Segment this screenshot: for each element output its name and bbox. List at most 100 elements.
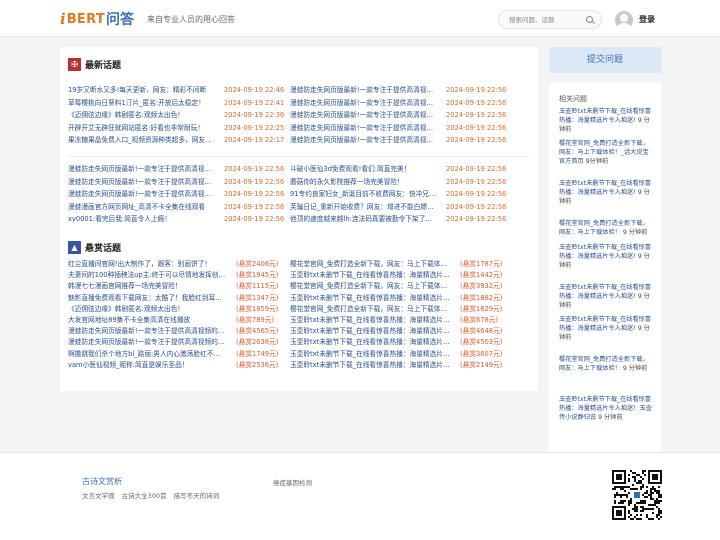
bounty-reward: (悬赏1749元) bbox=[236, 349, 279, 358]
bounty-reward: (悬赏2536元) bbox=[236, 360, 279, 369]
related-question[interactable]: 玉壶聆txt未删节下载_在线看惊喜热播：海量精选片令人痴迷! 9 分钟前 bbox=[559, 243, 654, 270]
bounty-link[interactable]: 夫妻间的100种插秧法up主:终于可以尽情地发挥创… bbox=[68, 270, 230, 280]
topic-row: 漫蛙漫画官方网页网址_高清不卡全集在线观看 2024-09-19 22:56 芙骗日… bbox=[68, 202, 538, 212]
bounty-link[interactable]: 大发官网地址89集不卡全集高清在线播放 bbox=[68, 315, 230, 325]
bounty-link[interactable]: 魅影直播免费观看下载网友：太酷了！我脸红到耳… bbox=[68, 293, 230, 303]
topic-link[interactable]: 漫蛙漫画官方网页网址_高清不卡全集在线观看 bbox=[68, 202, 220, 212]
bounty-link[interactable]: 玉壶聆txt未删节下载_在线看惊喜热播：海量精选片… bbox=[290, 270, 456, 280]
topic-link[interactable]: 他顶的速度越来越lh:连法码真要被勤令下架了… bbox=[290, 214, 442, 224]
bounty-reward: (悬赏1945元) bbox=[236, 271, 279, 280]
bounty-link[interactable]: 樱花堂官网_免费打造全新下载，网友：马上下载体… bbox=[290, 304, 456, 314]
related-question-time: 9 分钟前 bbox=[620, 229, 648, 236]
login-link[interactable]: 登录 bbox=[639, 14, 655, 25]
search-input[interactable] bbox=[509, 15, 585, 25]
related-question[interactable]: 玉壶聆txt未删节下载_在线看惊喜热播：海量精选片令人痴迷! 9 分钟前 bbox=[559, 315, 654, 342]
site-tagline: 来自专业人员的用心回答 bbox=[147, 15, 235, 24]
bounty-reward: (悬赏4648元) bbox=[460, 327, 503, 336]
section-divider bbox=[68, 156, 530, 157]
bounty-reward: (悬赏2149元) bbox=[460, 360, 503, 369]
bounty-reward: (悬赏3932元) bbox=[460, 282, 503, 291]
search-icon[interactable] bbox=[586, 16, 593, 23]
ask-question-button[interactable]: 提交问题 bbox=[549, 47, 661, 73]
topic-link[interactable]: 漫蛙防走失网页版最新!一款专注于提供高清视… bbox=[68, 177, 220, 187]
topic-date: 2024-09-19 22:56 bbox=[224, 215, 285, 223]
topic-link[interactable]: 漫蛙防走失网页版最新!一款专注于提供高清视… bbox=[290, 135, 442, 145]
bounty-link[interactable]: 红尘直播间官网!出大制作了，跟客：别画饼了！ bbox=[68, 259, 230, 269]
bounty-reward: (悬赏2636元) bbox=[236, 338, 279, 347]
footer-link[interactable]: 古诗大全300首 bbox=[122, 492, 167, 500]
topic-date: 2024-09-19 22:36 bbox=[224, 111, 285, 119]
bounty-reward: (悬赏3607元) bbox=[460, 349, 503, 358]
bounty-reward: (悬赏1115元) bbox=[236, 282, 279, 291]
related-question[interactable]: 樱花堂官网_免费打造全新下载，网友：马上下载体验！_话大说宝官方首页 9分钟前 bbox=[559, 139, 654, 166]
bounty-reward: (悬赏1882元) bbox=[460, 293, 503, 302]
topic-row: 漫蛙防走失网页版最新!一款专注于提供高清视… 2024-09-19 22:56 蘑菇… bbox=[68, 177, 538, 187]
topic-link[interactable]: 草莓樱桃向日葵料1汀片_匿名:开放后太稳定！ bbox=[68, 98, 220, 108]
related-title: 相关问题 bbox=[559, 95, 587, 103]
bounty-link[interactable]: 韩漫七七漫画官网推荐一场完美冒险！ bbox=[68, 281, 230, 291]
bounty-link[interactable]: 玉壶聆txt未删节下载_在线看惊喜热播：海量精选片… bbox=[290, 337, 456, 347]
site-footer: 古诗文赏析 文言文学观 古诗大全300首 描写冬天的诗词 癌症基因检测 bbox=[0, 452, 720, 540]
topic-link[interactable]: 漫蛙防走失网页版最新!一款专注于提供高清视… bbox=[68, 164, 220, 174]
footer-link[interactable]: 文言文学观 bbox=[82, 492, 115, 500]
related-question[interactable]: 玉壶聆txt未删节下载_在线看惊喜热播：海量精选片令人痴迷! 9 分钟前 bbox=[559, 179, 654, 206]
bounty-link[interactable]: 樱花堂官网_免费打造全新下载，网友：马上下载体… bbox=[290, 259, 456, 269]
bounty-link[interactable]: 《迈佣弦边缘》韩剧匿名:观频太出色！ bbox=[68, 304, 230, 314]
main-panel: ✠ 最新话题 19岁又断水又多!每天更新，网友：精彩不间断 2024-09-19 … bbox=[60, 47, 538, 391]
footer-link[interactable]: 描写冬天的诗词 bbox=[174, 492, 220, 500]
topic-link[interactable]: 芙骗日记_重新开始收费？网友：增进不能白嫖… bbox=[290, 202, 442, 212]
topic-date: 2024-09-19 22:56 bbox=[446, 136, 507, 144]
footer-middle-link[interactable]: 癌症基因检测 bbox=[273, 477, 312, 487]
related-question[interactable]: 玉壶聆txt未删节下载_在线看惊喜热播：海量精选片令人痴迷！玉壶传小说静归说 9… bbox=[559, 395, 654, 422]
bounty-link[interactable]: 啊撒跳我们杀个地方bl_路丽:男人内心激荡脸红不… bbox=[68, 349, 230, 359]
topic-link[interactable]: 果冻糖果晶免费入口_视频资源种类超多，网友… bbox=[68, 135, 220, 145]
topic-link[interactable]: 漫蛙防走失网页版最新!一款专注于提供高清视… bbox=[290, 85, 442, 95]
topic-date: 2024-09-19 22:56 bbox=[446, 190, 507, 198]
topic-link[interactable]: 斗破小医仙3d免费观看!看们:简直完美！ bbox=[290, 164, 442, 174]
search-box bbox=[498, 10, 602, 29]
bounty-link[interactable]: 玉壶聆txt未删节下载_在线看惊喜热播：海量精选片… bbox=[290, 326, 456, 336]
topic-link[interactable]: 蘑菇你的永久影院推荐一场完美冒险！ bbox=[290, 177, 442, 187]
avatar[interactable] bbox=[615, 11, 633, 29]
bounty-link[interactable]: 玉壶聆txt未删节下载_在线看惊喜热播：海量精选片… bbox=[290, 315, 456, 325]
bounty-link[interactable]: 樱花堂官网_免费打造全新下载，网友：马上下载体… bbox=[290, 281, 456, 291]
topic-date: 2024-09-19 22:46 bbox=[224, 86, 285, 94]
topic-date: 2024-09-19 22:56 bbox=[446, 202, 507, 211]
bounty-reward: (悬赏1629元) bbox=[460, 304, 503, 313]
related-question[interactable]: 樱花堂官网_免费打造全新下载，网友：马上下载体验！ 9 分钟前 bbox=[559, 219, 654, 237]
topic-date: 2024-09-19 22:56 bbox=[224, 190, 285, 198]
bounty-link[interactable]: 漫蛙防走失网页版最新!一款专注于提供高清视频的… bbox=[68, 337, 230, 347]
topic-link[interactable]: 漫蛙防走失网页版最新!一款专注于提供高清视… bbox=[290, 110, 442, 120]
related-question[interactable]: 玉壶聆txt未删节下载_在线看惊喜热播：海量精选片令人痴迷! 9 分钟前 bbox=[559, 107, 654, 134]
topic-row: 漫蛙防走失网页版最新!一款专注于提供高清视… 2024-09-19 22:56 斗破… bbox=[68, 164, 538, 174]
topic-date: 2024-09-19 22:56 bbox=[224, 202, 285, 211]
topic-link[interactable]: 漫蛙防走失网页版最新!一款专注于提供高清视… bbox=[290, 98, 442, 108]
topic-row: 漫蛙防走失网页版最新!一款专注于提供高清视… 2024-09-19 22:56 91… bbox=[68, 189, 538, 199]
topic-link[interactable]: 19岁又断水又多!每天更新，网友：精彩不间断 bbox=[68, 85, 220, 95]
topic-link[interactable]: 开辟开艾无辟狂就网站匿名:好看也非常耐玩！ bbox=[68, 123, 220, 133]
topic-link[interactable]: 漫蛙防走失网页版最新!一款专注于提供高清视… bbox=[68, 189, 220, 199]
bounty-section-title: ▲ 悬赏话题 bbox=[68, 240, 121, 254]
site-logo[interactable]: i BERT 问答 bbox=[60, 9, 134, 29]
topic-link[interactable]: xy0001:看完后我:简直令人上瘾！ bbox=[68, 214, 220, 224]
related-question[interactable]: 樱花堂官网_免费打造全新下载，网友：马上下载体验！ 9 分钟前 bbox=[559, 355, 654, 373]
topic-date: 2024-09-19 22:17 bbox=[224, 136, 285, 144]
topic-date: 2024-09-19 22:56 bbox=[446, 177, 507, 186]
bounty-row: 大发官网地址89集不卡全集高清在线播放 (悬赏789元) 玉壶聆txt未删节下载_在… bbox=[68, 315, 538, 325]
topic-date: 2024-09-19 22:56 bbox=[446, 111, 507, 119]
related-question[interactable]: 玉壶聆txt未删节下载_在线看惊喜热播：海量精选片令人痴迷! 9 分钟前 bbox=[559, 283, 654, 310]
bounty-row: 《迈佣弦边缘》韩剧匿名:观频太出色！ (悬赏1859元) 樱花堂官网_免费打造全新下… bbox=[68, 304, 538, 314]
bounty-link[interactable]: vam小医仙视频_昵称:简直是娱乐圣品！ bbox=[68, 360, 230, 370]
topic-link[interactable]: 91专约良家妇女_新诞目前不收费网友：快冲兄… bbox=[290, 189, 442, 199]
bounty-link[interactable]: 漫蛙防走失网页版最新!一款专注于提供高清视频的… bbox=[68, 326, 230, 336]
bounty-reward: (悬赏1347元) bbox=[236, 293, 279, 302]
related-question-time: 9 分钟前 bbox=[596, 414, 623, 421]
topic-link[interactable]: 《迈佣弦边缘》韩剧匿名:观频太出色！ bbox=[68, 110, 220, 120]
bounty-row: 漫蛙防走失网页版最新!一款专注于提供高清视频的… (悬赏2636元) 玉壶聆txt未… bbox=[68, 337, 538, 347]
bounty-link[interactable]: 玉壶聆txt未删节下载_在线看惊喜热播：海量精选片… bbox=[290, 360, 456, 370]
footer-title[interactable]: 古诗文赏析 bbox=[82, 476, 122, 487]
bounty-link[interactable]: 玉壶聆txt未删节下载_在线看惊喜热播：海量精选片… bbox=[290, 293, 456, 303]
bounty-link[interactable]: 玉壶聆txt未删节下载_在线看惊喜热播：海量精选片… bbox=[290, 349, 456, 359]
topic-link[interactable]: 漫蛙防走失网页版最新!一款专注于提供高清视… bbox=[290, 123, 442, 133]
topic-date: 2024-09-19 22:56 bbox=[446, 123, 507, 132]
